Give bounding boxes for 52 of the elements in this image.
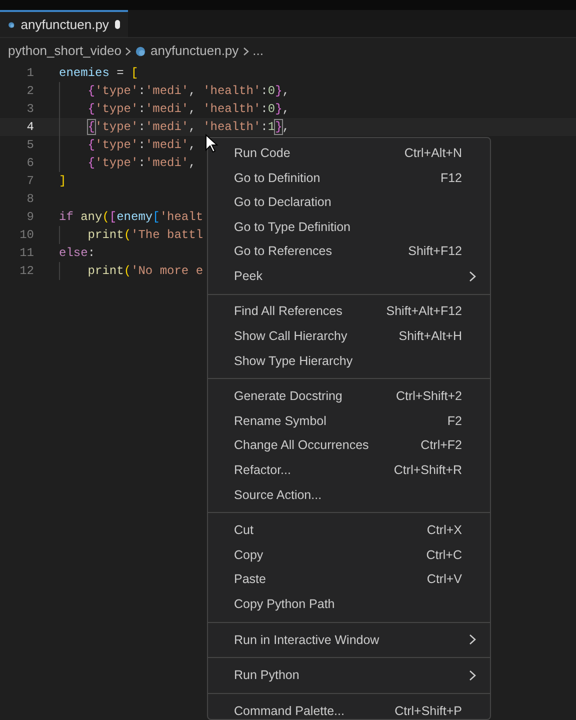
code-line: {'type':'medi', 'health':0}, — [88, 101, 290, 118]
menu-item[interactable]: Show Call Hierarchy Shift+Alt+H — [208, 324, 490, 349]
code-line: print('The battl — [88, 227, 204, 244]
menu-item[interactable]: Go to Declaration — [208, 190, 490, 215]
line-number: 5 — [26, 137, 34, 154]
chevron-right-icon — [125, 46, 132, 56]
menu-item[interactable]: Source Action... — [208, 482, 490, 508]
breadcrumb-item[interactable]: anyfunctuen.py — [150, 41, 239, 61]
menu-item[interactable]: Paste Ctrl+V — [208, 568, 490, 592]
breadcrumb-item[interactable]: python_short_video — [8, 41, 122, 61]
menu-item[interactable]: Change All Occurrences Ctrl+F2 — [208, 434, 490, 458]
line-number: 9 — [26, 209, 34, 226]
code-line: {'type':'medi', — [88, 155, 196, 172]
menu-item[interactable]: Run Python — [208, 663, 490, 688]
code-line: enemies = [ — [59, 65, 138, 82]
menu-item[interactable]: Go to References Shift+F12 — [208, 239, 490, 264]
line-number: 12 — [18, 263, 34, 280]
line-number: 6 — [26, 155, 34, 172]
menu-item[interactable]: Peek — [208, 264, 490, 289]
code-line: ] — [59, 173, 66, 190]
editor-tab[interactable]: anyfunctuen.py — [0, 10, 128, 37]
menu-item[interactable]: Run in Interactive Window — [208, 628, 490, 652]
python-file-icon — [135, 46, 146, 56]
mouse-pointer-icon — [205, 134, 218, 153]
code-line: else: — [59, 245, 96, 262]
menu-item[interactable]: Show Type Hierarchy — [208, 348, 490, 374]
menu-item[interactable]: Rename Symbol F2 — [208, 408, 490, 434]
code-line: print('No more e — [88, 263, 204, 280]
line-number: 11 — [18, 245, 34, 262]
chevron-right-icon — [242, 46, 249, 56]
code-line: {'type':'medi', — [88, 137, 196, 154]
menu-item[interactable]: Go to Type Definition — [208, 214, 490, 240]
line-number: 3 — [26, 101, 34, 118]
line-number: 4 — [26, 119, 34, 136]
code-line: {'type':'medi', 'health':1}, — [88, 119, 290, 136]
line-number: 8 — [26, 191, 34, 208]
menu-item[interactable]: Command Palette... Ctrl+Shift+P — [208, 698, 490, 719]
breadcrumb-item[interactable]: ... — [252, 41, 264, 61]
menu-item[interactable]: Generate Docstring Ctrl+Shift+2 — [208, 384, 490, 409]
tab-title: anyfunctuen.py — [20, 16, 109, 34]
menu-item[interactable]: Go to Definition F12 — [208, 166, 490, 190]
menu-item[interactable]: Refactor... Ctrl+Shift+R — [208, 458, 490, 483]
menu-item[interactable]: Cut Ctrl+X — [208, 518, 490, 543]
menu-item[interactable]: Copy Ctrl+C — [208, 542, 490, 568]
line-number: 7 — [26, 173, 34, 190]
menu-item[interactable]: Find All References Shift+Alt+F12 — [208, 300, 490, 324]
code-line: {'type':'medi', 'health':0}, — [88, 83, 290, 100]
line-number: 10 — [18, 227, 34, 244]
line-number: 1 — [26, 65, 34, 82]
code-line: if any([enemy['healt — [59, 209, 204, 226]
line-number: 2 — [26, 83, 34, 100]
menu-item[interactable]: Copy Python Path — [208, 592, 490, 617]
